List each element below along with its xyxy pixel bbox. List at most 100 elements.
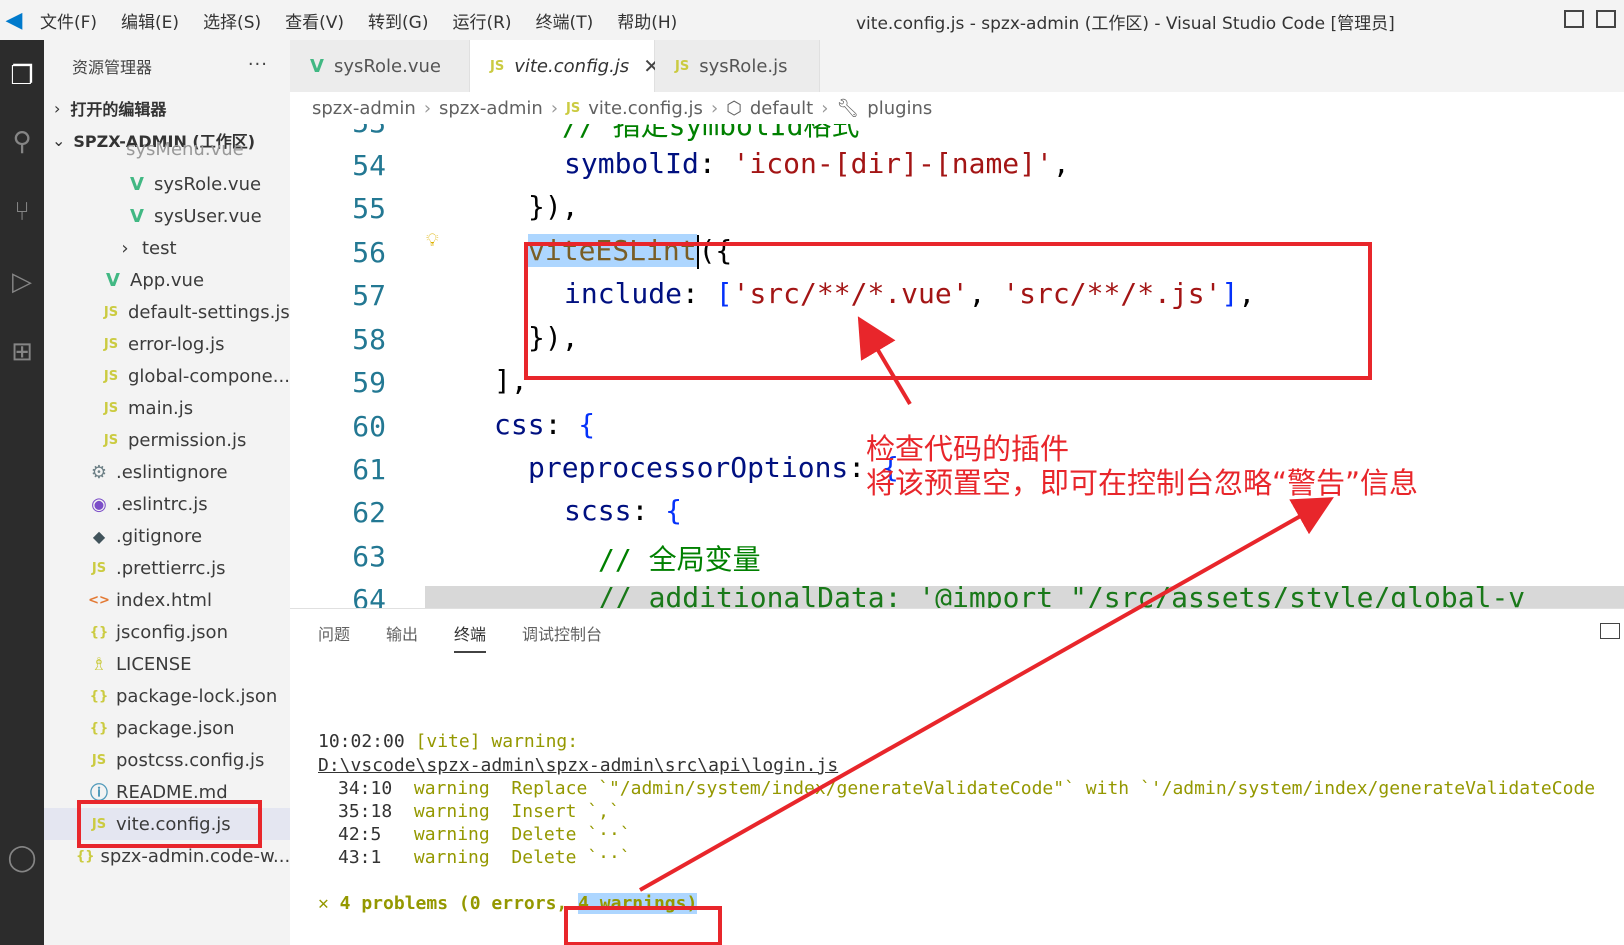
warning-message: Replace `"/admin/system/index/generateVa… [511, 778, 1596, 799]
menu-selection[interactable]: 选择(S) [191, 8, 273, 33]
title-bar: ◀ 文件(F) 编辑(E) 选择(S) 查看(V) 转到(G) 运行(R) 终端… [0, 0, 1624, 40]
file-error-log-js[interactable]: JS error-log.js [44, 328, 290, 360]
run-debug-icon[interactable]: ▷ [0, 260, 44, 304]
breadcrumb-item[interactable]: vite.config.js [588, 98, 703, 119]
file-default-settings-js[interactable]: JS default-settings.js [44, 296, 290, 328]
tab-output[interactable]: 输出 [386, 621, 418, 653]
file-license[interactable]: ♗ LICENSE [44, 648, 290, 680]
line-number: 55 [352, 192, 386, 225]
menu-edit[interactable]: 编辑(E) [109, 8, 191, 33]
wrench-icon: 🔧︎ [836, 97, 860, 119]
code-key: css [494, 408, 545, 441]
code-line-61: preprocessorOptions: { [528, 451, 899, 484]
file-gitignore[interactable]: ◆ .gitignore [44, 520, 290, 552]
terminal-warning-row: 34:10 warning Replace `"/admin/system/in… [338, 778, 1595, 799]
tab-debug-console[interactable]: 调试控制台 [522, 621, 602, 653]
menu-file[interactable]: 文件(F) [28, 8, 109, 33]
menu-run[interactable]: 运行(R) [440, 8, 523, 33]
terminal-shell-icon[interactable] [1600, 623, 1620, 639]
code-key: preprocessorOptions [528, 451, 849, 484]
vue-icon: V [106, 269, 120, 291]
horizontal-scrollbar[interactable] [425, 586, 1624, 608]
js-icon: JS [566, 100, 581, 116]
tab-sysrole-vue[interactable]: V sysRole.vue [290, 40, 470, 92]
file-app-vue[interactable]: V App.vue [44, 264, 290, 296]
file-sysrole-vue[interactable]: VsysRole.vue [44, 168, 290, 200]
json-icon: {} [89, 624, 109, 640]
tab-label: sysRole.vue [333, 55, 441, 77]
file-label: sysRole.vue [154, 173, 262, 195]
file-permission-js[interactable]: JS permission.js [44, 424, 290, 456]
js-icon: JS [103, 304, 119, 320]
menu-view[interactable]: 查看(V) [273, 8, 356, 33]
extensions-icon[interactable]: ⊞ [0, 330, 44, 374]
file-label: .eslintrc.js [116, 493, 208, 515]
code-line-59: ], [494, 364, 528, 397]
terminal-file-link[interactable]: D:\vscode\spzx-admin\spzx-admin\src\api\… [318, 755, 838, 776]
more-actions-icon[interactable]: ··· [248, 54, 268, 75]
line-number: 63 [352, 540, 386, 573]
warning-level: warning [413, 778, 490, 799]
tab-sysrole-js[interactable]: JS sysRole.js [655, 40, 820, 92]
line-number: 60 [352, 410, 386, 443]
chevron-right-icon: › [121, 237, 129, 259]
file-label: global-compone... [128, 365, 290, 387]
source-control-icon[interactable]: ⑂ [0, 190, 44, 234]
js-icon: JS [103, 400, 119, 416]
json-icon: {} [76, 848, 95, 864]
warning-level: warning [413, 824, 490, 845]
file-jsconfig-json[interactable]: {} jsconfig.json [44, 616, 290, 648]
file-label: spzx-admin.code-w... [100, 845, 290, 867]
bottom-panel: 问题 输出 终端 调试控制台 10:02:00 [vite] warning: … [290, 608, 1624, 945]
file-label: .prettierrc.js [116, 557, 226, 579]
file-eslintignore[interactable]: ⚙ .eslintignore [44, 456, 290, 488]
open-editors-section[interactable]: › 打开的编辑器 [54, 92, 166, 124]
file-package-lock-json[interactable]: {} package-lock.json [44, 680, 290, 712]
breadcrumb-item[interactable]: plugins [867, 98, 932, 119]
terminal-text: [vite] warning: [415, 731, 579, 752]
file-label: package.json [116, 717, 235, 739]
json-icon: {} [89, 688, 109, 704]
breadcrumb-item[interactable]: default [750, 98, 813, 119]
file-global-components-js[interactable]: JS global-compone... [44, 360, 290, 392]
account-icon[interactable]: ◯ [0, 836, 44, 880]
file-label: permission.js [128, 429, 247, 451]
tab-vite-config-js[interactable]: JS vite.config.js ✕ [470, 40, 660, 92]
tab-label: sysRole.js [699, 55, 788, 77]
breadcrumb-item[interactable]: spzx-admin [439, 98, 543, 119]
menu-help[interactable]: 帮助(H) [605, 8, 689, 33]
lightbulb-icon[interactable]: 💡︎ [426, 230, 442, 251]
file-eslintrc-js[interactable]: ◉ .eslintrc.js [44, 488, 290, 520]
js-icon: JS [490, 58, 505, 74]
line-number: 58 [352, 323, 386, 356]
layout-controls [1564, 10, 1616, 28]
warning-level: warning [413, 847, 490, 868]
editor-tabs: V sysRole.vue JS vite.config.js ✕ JS sys… [290, 40, 1624, 92]
js-icon: JS [103, 432, 119, 448]
folder-test[interactable]: › test [44, 232, 290, 264]
file-label: App.vue [130, 269, 205, 291]
chevron-right-icon: › [423, 97, 432, 119]
file-postcss-config-js[interactable]: JS postcss.config.js [44, 744, 290, 776]
terminal-warning-row: 35:18 warning Insert `,` [338, 801, 620, 822]
js-icon: JS [103, 336, 119, 352]
menu-terminal[interactable]: 终端(T) [524, 8, 606, 33]
file-index-html[interactable]: <> index.html [44, 584, 290, 616]
file-sysuser-vue[interactable]: VsysUser.vue [44, 200, 290, 232]
explorer-icon[interactable]: ❐ [0, 54, 44, 98]
file-sysmenu-vue[interactable]: sysMenu.vue [44, 142, 290, 160]
warning-position: 35:18 [338, 801, 393, 822]
line-number: 64 [352, 583, 386, 608]
tab-terminal[interactable]: 终端 [454, 621, 487, 653]
tab-problems[interactable]: 问题 [318, 621, 350, 653]
search-icon[interactable]: ⚲ [0, 120, 44, 164]
breadcrumb-item[interactable]: spzx-admin [312, 98, 416, 119]
file-package-json[interactable]: {} package.json [44, 712, 290, 744]
highlight-box-vite-eslint [524, 242, 1372, 380]
file-main-js[interactable]: JS main.js [44, 392, 290, 424]
code-string: 'icon-[dir]-[name]' [732, 147, 1053, 180]
file-prettierrc-js[interactable]: JS .prettierrc.js [44, 552, 290, 584]
toggle-panel-icon[interactable] [1596, 10, 1616, 28]
menu-go[interactable]: 转到(G) [356, 8, 440, 33]
toggle-sidebar-icon[interactable] [1564, 10, 1584, 28]
